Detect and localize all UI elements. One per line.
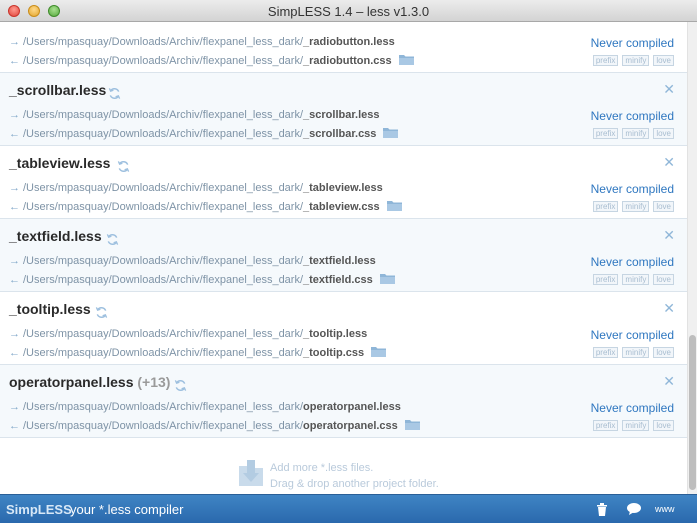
source-path[interactable]: →/Users/mpasquay/Downloads/Archiv/flexpa… — [9, 109, 379, 121]
folder-icon[interactable] — [386, 200, 402, 211]
close-icon[interactable]: ✕ — [663, 154, 675, 171]
arrow-left-icon: ← — [9, 201, 20, 213]
drop-zone[interactable]: Add more *.less files. Drag & drop anoth… — [0, 438, 687, 494]
love-toggle[interactable]: love — [653, 274, 674, 285]
prefix-toggle[interactable]: prefix — [592, 347, 619, 358]
close-icon[interactable]: ✕ — [663, 227, 675, 244]
file-name: _scrollbar.less — [9, 82, 107, 98]
arrow-right-icon: → — [9, 36, 20, 48]
file-list: →/Users/mpasquay/Downloads/Archiv/flexpa… — [0, 22, 687, 494]
prefix-toggle[interactable]: prefix — [592, 128, 619, 139]
close-icon[interactable]: ✕ — [663, 300, 675, 317]
website-link[interactable]: www — [655, 504, 675, 514]
output-path[interactable]: ←/Users/mpasquay/Downloads/Archiv/flexpa… — [9, 273, 395, 286]
close-icon[interactable]: ✕ — [663, 81, 675, 98]
arrow-right-icon: → — [9, 109, 20, 121]
title-bar: SimpLESS 1.4 – less v1.3.0 — [0, 0, 697, 22]
compile-status: Never compiled — [590, 255, 674, 269]
file-name: _tableview.less — [9, 155, 111, 171]
output-path[interactable]: ←/Users/mpasquay/Downloads/Archiv/flexpa… — [9, 54, 414, 67]
import-count: (+13) — [137, 374, 171, 390]
minify-toggle[interactable]: minify — [622, 347, 650, 358]
refresh-icon[interactable] — [106, 233, 119, 246]
refresh-icon[interactable] — [108, 87, 121, 100]
option-tags: prefix minify love — [592, 274, 674, 285]
love-toggle[interactable]: love — [653, 347, 674, 358]
trash-icon[interactable] — [596, 503, 608, 516]
arrow-right-icon: → — [9, 255, 20, 267]
compile-status: Never compiled — [590, 182, 674, 196]
arrow-right-icon: → — [9, 328, 20, 340]
option-tags: prefix minify love — [592, 55, 674, 66]
arrow-left-icon: ← — [9, 128, 20, 140]
love-toggle[interactable]: love — [653, 128, 674, 139]
folder-icon[interactable] — [398, 54, 414, 65]
compile-status: Never compiled — [590, 401, 674, 415]
minify-toggle[interactable]: minify — [622, 420, 650, 431]
drop-hint-line1: Add more *.less files. — [270, 462, 374, 474]
refresh-icon[interactable] — [95, 306, 108, 319]
brand-logo[interactable]: SimpLESS — [6, 502, 72, 517]
option-tags: prefix minify love — [592, 201, 674, 212]
arrow-right-icon: → — [9, 182, 20, 194]
minify-toggle[interactable]: minify — [622, 55, 650, 66]
folder-icon[interactable] — [404, 419, 420, 430]
arrow-left-icon: ← — [9, 420, 20, 432]
close-icon[interactable]: ✕ — [663, 373, 675, 390]
refresh-icon[interactable] — [117, 160, 130, 173]
output-path[interactable]: ←/Users/mpasquay/Downloads/Archiv/flexpa… — [9, 127, 399, 140]
arrow-left-icon: ← — [9, 274, 20, 286]
arrow-left-icon: ← — [9, 55, 20, 67]
file-entry-scrollbar[interactable]: _scrollbar.less ✕ →/Users/mpasquay/Downl… — [0, 73, 687, 146]
footer-bar: SimpLESS your *.less compiler www — [0, 494, 697, 523]
file-name: _tooltip.less — [9, 301, 91, 317]
folder-icon[interactable] — [383, 127, 399, 138]
compile-status: Never compiled — [590, 328, 674, 342]
file-entry-tooltip[interactable]: _tooltip.less ✕ →/Users/mpasquay/Downloa… — [0, 292, 687, 365]
prefix-toggle[interactable]: prefix — [592, 55, 619, 66]
folder-icon[interactable] — [379, 273, 395, 284]
minify-toggle[interactable]: minify — [622, 274, 650, 285]
prefix-toggle[interactable]: prefix — [592, 274, 619, 285]
folder-icon[interactable] — [371, 346, 387, 357]
source-path[interactable]: →/Users/mpasquay/Downloads/Archiv/flexpa… — [9, 328, 367, 340]
refresh-icon[interactable] — [174, 379, 187, 392]
file-entry-operatorpanel[interactable]: operatorpanel.less (+13) ✕ →/Users/mpasq… — [0, 365, 687, 438]
speech-bubble-icon[interactable] — [627, 503, 641, 515]
output-path[interactable]: ←/Users/mpasquay/Downloads/Archiv/flexpa… — [9, 419, 420, 432]
output-path[interactable]: ←/Users/mpasquay/Downloads/Archiv/flexpa… — [9, 200, 402, 213]
scrollbar-thumb[interactable] — [689, 335, 696, 490]
window-title: SimpLESS 1.4 – less v1.3.0 — [267, 4, 430, 19]
prefix-toggle[interactable]: prefix — [592, 201, 619, 212]
arrow-right-icon: → — [9, 401, 20, 413]
option-tags: prefix minify love — [592, 347, 674, 358]
compile-status: Never compiled — [590, 36, 674, 50]
love-toggle[interactable]: love — [653, 201, 674, 212]
source-path[interactable]: →/Users/mpasquay/Downloads/Archiv/flexpa… — [9, 182, 383, 194]
source-path[interactable]: →/Users/mpasquay/Downloads/Archiv/flexpa… — [9, 255, 376, 267]
source-path[interactable]: →/Users/mpasquay/Downloads/Archiv/flexpa… — [9, 401, 401, 413]
file-entry-radiobutton[interactable]: →/Users/mpasquay/Downloads/Archiv/flexpa… — [0, 22, 687, 73]
drop-folder-icon — [239, 460, 263, 486]
love-toggle[interactable]: love — [653, 55, 674, 66]
file-entry-textfield[interactable]: _textfield.less ✕ →/Users/mpasquay/Downl… — [0, 219, 687, 292]
file-name: _textfield.less — [9, 228, 102, 244]
file-name: operatorpanel.less (+13) — [9, 374, 171, 390]
arrow-left-icon: ← — [9, 347, 20, 359]
option-tags: prefix minify love — [592, 420, 674, 431]
minify-toggle[interactable]: minify — [622, 201, 650, 212]
drop-hint-line2: Drag & drop another project folder. — [270, 478, 439, 490]
minify-toggle[interactable]: minify — [622, 128, 650, 139]
option-tags: prefix minify love — [592, 128, 674, 139]
prefix-toggle[interactable]: prefix — [592, 420, 619, 431]
compile-status: Never compiled — [590, 109, 674, 123]
source-path[interactable]: →/Users/mpasquay/Downloads/Archiv/flexpa… — [9, 36, 395, 48]
output-path[interactable]: ←/Users/mpasquay/Downloads/Archiv/flexpa… — [9, 346, 387, 359]
file-entry-tableview[interactable]: _tableview.less ✕ →/Users/mpasquay/Downl… — [0, 146, 687, 219]
love-toggle[interactable]: love — [653, 420, 674, 431]
tagline: your *.less compiler — [70, 502, 184, 517]
